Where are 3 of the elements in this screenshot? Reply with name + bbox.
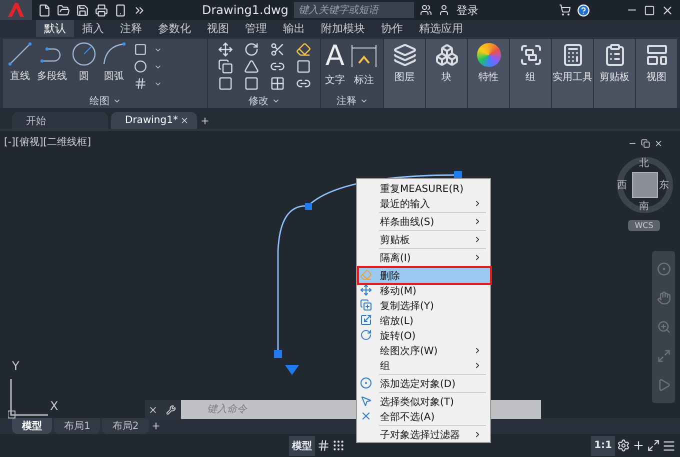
axis-label: X	[50, 399, 58, 413]
window-title: Drawing1.dwg	[202, 3, 288, 17]
axis-label: Y	[12, 359, 20, 373]
